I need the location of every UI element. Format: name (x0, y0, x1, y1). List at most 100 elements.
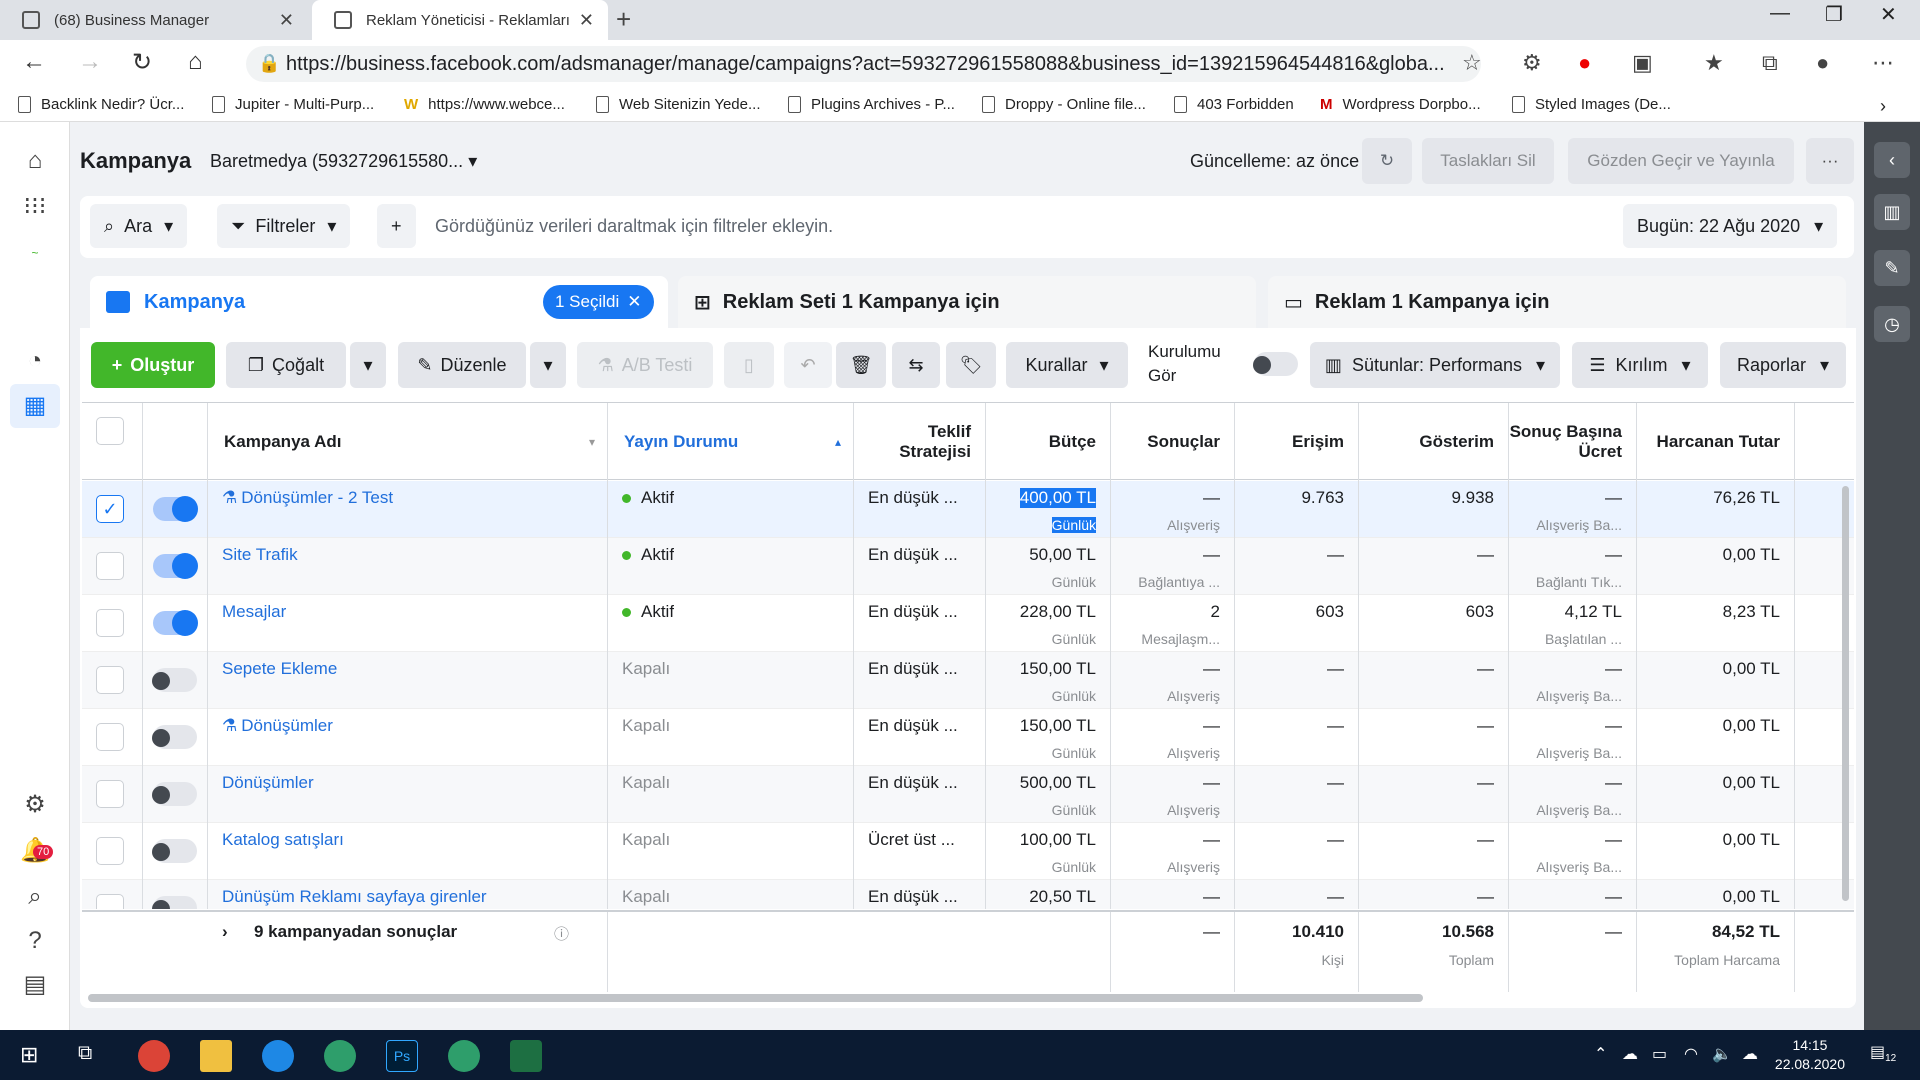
bookmark-item[interactable]: Web Sitenizin Yede... (596, 96, 761, 113)
minimize-icon[interactable]: — (1770, 2, 1790, 25)
pencil-icon[interactable]: ✎ (1874, 250, 1910, 286)
review-publish-button[interactable]: Gözden Geçir ve Yayınla (1568, 138, 1794, 184)
forward-icon[interactable]: → (78, 48, 102, 76)
settings-icon[interactable]: ⚙ (20, 790, 50, 820)
more-options-button[interactable]: ··· (1806, 138, 1854, 184)
ads-manager-table-icon[interactable]: ▦ (10, 384, 60, 428)
home-icon[interactable]: ⌂ (188, 48, 203, 76)
tab-adsets[interactable]: ⊞ Reklam Seti 1 Kampanya için (678, 276, 1256, 328)
edit-dropdown[interactable]: ▾ (530, 342, 566, 388)
bookmark-item[interactable]: Styled Images (De... (1512, 96, 1671, 113)
tab-ads[interactable]: ▭ Reklam 1 Kampanya için (1268, 276, 1846, 328)
rules-button[interactable]: Kurallar ▾ (1006, 342, 1128, 388)
browser-tab-ads-manager[interactable]: Reklam Yöneticisi - Reklamları Yö ✕ (312, 0, 608, 40)
volume-icon[interactable]: 🔈 (1712, 1044, 1732, 1064)
extension-icon[interactable]: ⚙ (1522, 50, 1542, 76)
campaign-on-off-toggle[interactable] (153, 553, 198, 579)
close-tab-icon[interactable]: ✕ (279, 10, 294, 31)
table-row[interactable]: Sepete Ekleme Kapalı En düşük ... 150,00 TL… (82, 652, 1854, 709)
search-icon[interactable]: ⌕ (20, 882, 50, 912)
app-icon[interactable] (448, 1040, 480, 1072)
close-icon[interactable]: ✕ (627, 292, 641, 312)
campaign-name-link[interactable]: Dönüşümler (222, 773, 314, 793)
new-tab-icon[interactable]: + (616, 4, 631, 35)
chrome-icon[interactable] (138, 1040, 170, 1072)
back-icon[interactable]: ← (22, 48, 46, 76)
budget-value[interactable]: 228,00 TL (1020, 602, 1096, 622)
info-icon[interactable]: ⓘ (554, 923, 569, 944)
table-row[interactable]: Katalog satışları Kapalı Ücret üst ... 100,… (82, 823, 1854, 880)
budget-value[interactable]: 50,00 TL (1029, 545, 1096, 565)
close-window-icon[interactable]: ✕ (1880, 2, 1897, 27)
budget-value[interactable]: 400,00 TL (1019, 488, 1096, 508)
refresh-button[interactable]: ↻ (1362, 138, 1412, 184)
favorites-icon[interactable]: ★ (1704, 50, 1724, 76)
budget-value[interactable]: 150,00 TL (1020, 716, 1096, 736)
account-selector[interactable]: Baretmedya (5932729615580... ▾ (210, 151, 477, 172)
table-row[interactable]: ⚗ Dönüşümler Kapalı En düşük ... 150,00 TL Gü… (82, 709, 1854, 766)
home-icon[interactable]: ⌂ (20, 146, 50, 176)
help-icon[interactable]: ? (20, 926, 50, 956)
budget-value[interactable]: 100,00 TL (1020, 830, 1096, 850)
battery-icon[interactable]: ▭ (1652, 1044, 1667, 1064)
row-checkbox[interactable] (96, 723, 124, 751)
duplicate-dropdown[interactable]: ▾ (350, 342, 386, 388)
url-bar[interactable]: 🔒 https://business.facebook.com/adsmanag… (246, 46, 1481, 82)
edge-icon[interactable] (262, 1040, 294, 1072)
column-header-bid[interactable]: Teklif Stratejisi (854, 403, 986, 481)
duplicate-button[interactable]: ❐ Çoğalt (226, 342, 346, 388)
column-header-budget[interactable]: Bütçe (986, 403, 1111, 481)
table-row[interactable]: Dünüşüm Reklamı sayfaya girenler Kapalı En… (82, 880, 1854, 909)
campaign-on-off-toggle[interactable] (152, 782, 197, 806)
chart-icon[interactable]: ▥ (1874, 194, 1910, 230)
horizontal-scrollbar[interactable] (88, 994, 1423, 1002)
clock-icon[interactable]: ◷ (1874, 306, 1910, 342)
close-tab-icon[interactable]: ✕ (579, 10, 594, 31)
row-checkbox[interactable] (96, 780, 124, 808)
row-checkbox[interactable] (96, 894, 124, 909)
undo-button[interactable]: ↶ (784, 342, 832, 388)
windows-start-icon[interactable]: ⊞ (20, 1042, 38, 1068)
campaign-name-link[interactable]: Mesajlar (222, 602, 286, 622)
budget-value[interactable]: 20,50 TL (1029, 887, 1096, 907)
selected-count-pill[interactable]: 1 Seçildi ✕ (543, 285, 654, 319)
delete-button[interactable]: 🗑 (836, 342, 886, 388)
archive-button[interactable]: ▯ (724, 342, 774, 388)
columns-button[interactable]: ▥ Sütunlar: Performans ▾ (1310, 342, 1560, 388)
row-checkbox[interactable] (96, 609, 124, 637)
expand-chevron-icon[interactable]: › (222, 922, 228, 942)
report-icon[interactable]: ▤ (20, 970, 50, 1000)
search-button[interactable]: ⌕ Ara ▾ (90, 204, 188, 248)
create-button[interactable]: + Oluştur (91, 342, 215, 388)
discard-drafts-button[interactable]: Taslakları Sil (1422, 138, 1554, 184)
system-clock[interactable]: 14:15 22.08.2020 (1775, 1036, 1845, 1074)
table-row[interactable]: Site Trafik Aktif En düşük ... 50,00 TL Günl… (82, 538, 1854, 595)
campaign-name-link[interactable]: Sepete Ekleme (222, 659, 337, 679)
campaign-on-off-toggle[interactable] (152, 725, 197, 749)
row-checkbox[interactable] (96, 666, 124, 694)
setup-view-toggle[interactable] (1253, 352, 1298, 376)
table-row[interactable]: ✓ ⚗ Dönüşümler - 2 Test Aktif En düşük ... 40… (82, 481, 1854, 538)
breakdown-button[interactable]: ☰ Kırılım ▾ (1572, 342, 1708, 388)
opera-icon[interactable]: ● (1578, 50, 1591, 76)
wifi-icon[interactable]: ◠ (1684, 1044, 1698, 1064)
table-row[interactable]: Mesajlar Aktif En düşük ... 228,00 TL Günlük… (82, 595, 1854, 652)
column-header-cost-per-result[interactable]: Sonuç Başına Ücret (1509, 403, 1637, 481)
avatar[interactable]: ● (1816, 50, 1829, 76)
bookmark-item[interactable]: 403 Forbidden (1174, 96, 1294, 113)
apps-grid-icon[interactable]: ⁝⁝⁝ (20, 192, 50, 222)
budget-value[interactable]: 150,00 TL (1020, 659, 1096, 679)
budget-value[interactable]: 500,00 TL (1020, 773, 1096, 793)
onedrive-icon[interactable]: ☁ (1622, 1044, 1638, 1064)
export-button[interactable]: ⇆ (892, 342, 940, 388)
bookmark-item[interactable]: Backlink Nedir? Ücr... (18, 96, 184, 113)
row-checkbox[interactable] (96, 837, 124, 865)
reload-icon[interactable]: ↻ (132, 48, 152, 77)
column-header-impressions[interactable]: Gösterim (1359, 403, 1509, 481)
column-header-results[interactable]: Sonuçlar (1111, 403, 1235, 481)
edit-button[interactable]: ✎ Düzenle (398, 342, 526, 388)
browser-tab-business-manager[interactable]: (68) Business Manager ✕ (0, 0, 308, 40)
tag-button[interactable]: 🏷 (946, 342, 996, 388)
ab-test-button[interactable]: ⚗ A/B Testi (577, 342, 713, 388)
campaign-on-off-toggle[interactable] (153, 496, 198, 522)
